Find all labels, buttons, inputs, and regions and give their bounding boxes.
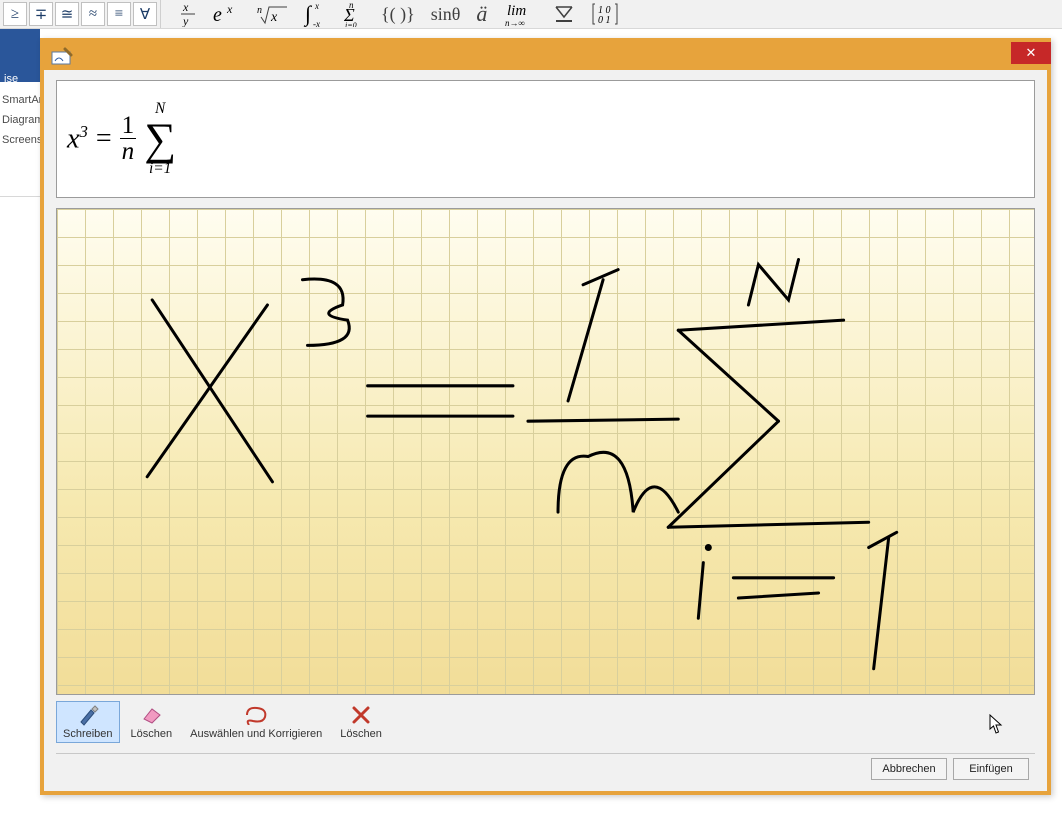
eraser-icon: [138, 704, 164, 726]
close-button[interactable]: ✕: [1011, 42, 1051, 64]
tool-clear[interactable]: Löschen: [333, 701, 389, 743]
close-icon: ✕: [1026, 45, 1037, 61]
symbol-mp[interactable]: ∓: [29, 2, 53, 26]
tool-write[interactable]: Schreiben: [56, 701, 120, 743]
ink-equation-dialog: ✕ x3 = 1 n N ∑ i=1: [40, 38, 1051, 795]
pen-icon: [75, 704, 101, 726]
ink-canvas[interactable]: [56, 208, 1035, 695]
dialog-footer: Abbrechen Einfügen: [56, 753, 1035, 783]
svg-text:x: x: [182, 1, 189, 14]
structures-group: xy ex nx ∫x-x nΣi=0 {( )} sinθ ä limn→∞ …: [161, 0, 619, 28]
svg-text:i=0: i=0: [345, 21, 357, 27]
side-divider: [0, 196, 40, 197]
symbol-approx[interactable]: ≈: [81, 2, 105, 26]
struct-fraction[interactable]: xy: [179, 2, 197, 26]
struct-summation[interactable]: nΣi=0: [343, 2, 365, 26]
tool-write-label: Schreiben: [63, 728, 113, 740]
svg-text:0 1: 0 1: [598, 15, 611, 26]
struct-limit[interactable]: limn→∞: [503, 2, 537, 26]
side-item-screenshot[interactable]: Screensh: [0, 130, 40, 150]
struct-radical[interactable]: nx: [257, 2, 287, 26]
ink-strokes: [57, 209, 1034, 694]
tool-clear-label: Löschen: [340, 728, 382, 740]
struct-accent[interactable]: ä: [476, 2, 487, 26]
svg-text:-x: -x: [313, 19, 320, 27]
preview-lhs-exp: 3: [79, 122, 87, 141]
insert-side-menu: SmartArt Diagram Screensh: [0, 90, 40, 150]
tool-erase-label: Löschen: [131, 728, 173, 740]
equation-ribbon: ≥ ∓ ≅ ≈ ≡ ∀ xy ex nx ∫x-x nΣi=0 {( )} si…: [0, 0, 1062, 29]
svg-text:e: e: [213, 4, 222, 25]
svg-text:x: x: [226, 3, 233, 16]
ink-toolbar: Schreiben Löschen Auswählen und Korrigie…: [56, 701, 1035, 753]
svg-text:x: x: [314, 1, 319, 11]
symbol-forall[interactable]: ∀: [133, 2, 157, 26]
symbols-group: ≥ ∓ ≅ ≈ ≡ ∀: [0, 0, 161, 28]
struct-integral[interactable]: ∫x -x: [303, 2, 327, 26]
struct-operator[interactable]: [553, 2, 575, 26]
svg-text:y: y: [182, 14, 189, 27]
lasso-icon: [243, 704, 269, 726]
preview-fraction: 1 n: [120, 113, 137, 164]
preview-sum-lower: i=1: [149, 161, 171, 176]
struct-bracket[interactable]: {( )}: [381, 2, 415, 26]
struct-function[interactable]: sinθ: [431, 2, 461, 26]
preview-frac-num: 1: [120, 113, 137, 138]
tool-select-correct[interactable]: Auswählen und Korrigieren: [183, 701, 329, 743]
cancel-button[interactable]: Abbrechen: [871, 758, 947, 780]
preview-lhs-base: x: [67, 124, 79, 155]
svg-text:lim: lim: [507, 3, 526, 19]
formula-preview: x3 = 1 n N ∑ i=1: [56, 80, 1035, 198]
preview-frac-den: n: [120, 139, 137, 164]
dialog-titlebar[interactable]: ✕: [44, 42, 1047, 70]
tool-erase[interactable]: Löschen: [124, 701, 180, 743]
svg-text:n→∞: n→∞: [505, 18, 525, 27]
struct-matrix[interactable]: 1 00 1: [591, 2, 619, 26]
side-item-smartart[interactable]: SmartArt: [0, 90, 40, 110]
clear-x-icon: [348, 704, 374, 726]
ink-equation-icon: [50, 44, 74, 68]
ribbon-tab-label: ise: [4, 73, 18, 85]
preview-sum-sigma: ∑: [144, 117, 176, 162]
struct-exponent[interactable]: ex: [213, 2, 241, 26]
svg-text:∫: ∫: [303, 1, 313, 27]
tool-select-label: Auswählen und Korrigieren: [190, 728, 322, 740]
symbol-ge[interactable]: ≥: [3, 2, 27, 26]
side-item-diagram[interactable]: Diagram: [0, 110, 40, 130]
insert-button[interactable]: Einfügen: [953, 758, 1029, 780]
preview-equals: =: [96, 123, 112, 155]
preview-summation: N ∑ i=1: [144, 101, 176, 177]
svg-text:n: n: [257, 5, 262, 16]
svg-text:x: x: [270, 10, 278, 25]
symbol-equiv[interactable]: ≡: [107, 2, 131, 26]
symbol-cong[interactable]: ≅: [55, 2, 79, 26]
